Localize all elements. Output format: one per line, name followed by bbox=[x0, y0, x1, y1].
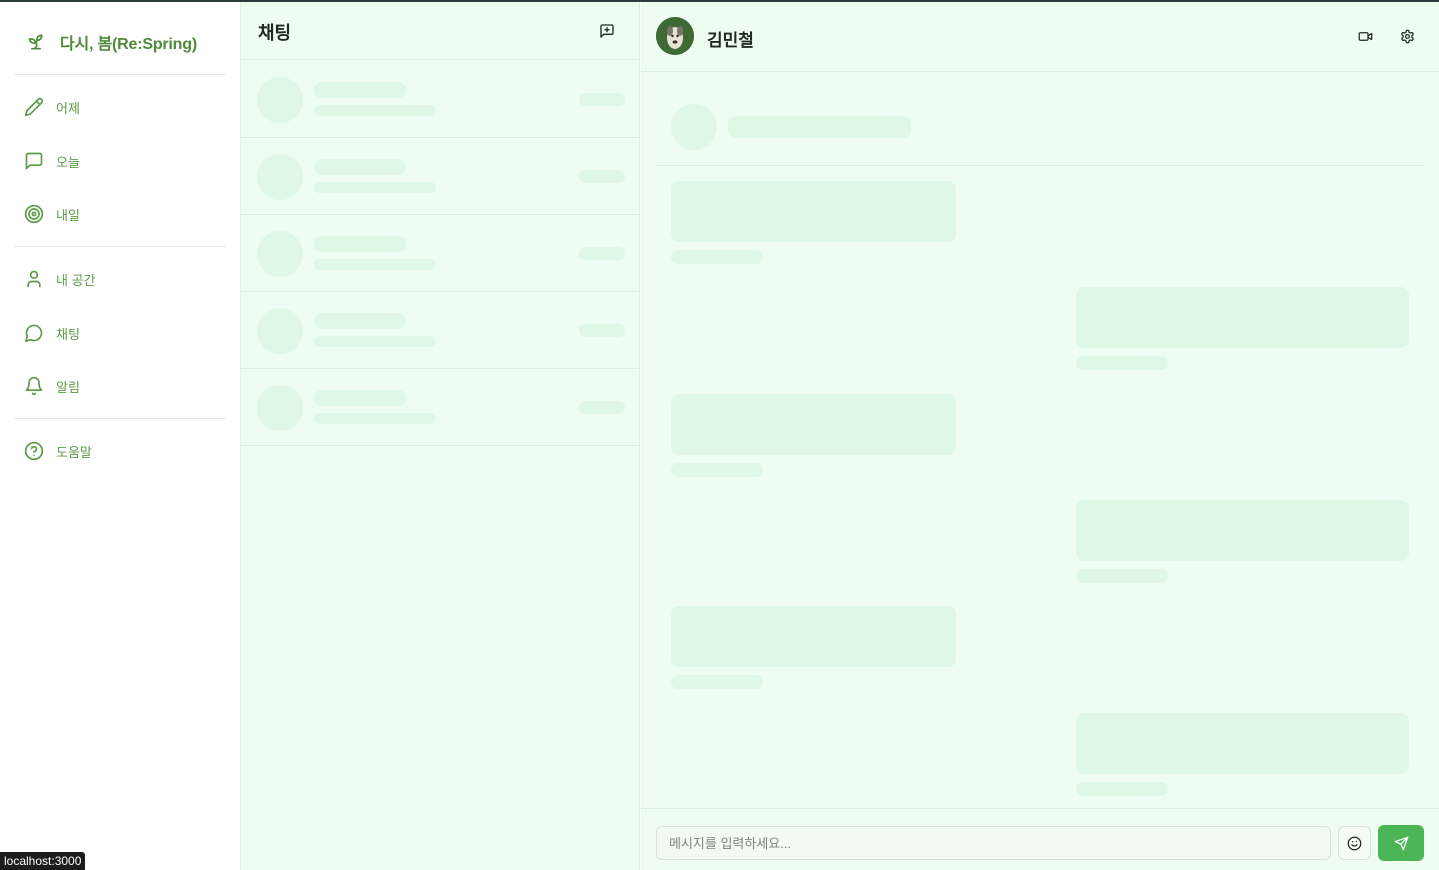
help-circle-icon bbox=[24, 441, 44, 461]
sidebar-item-label: 도움말 bbox=[56, 444, 92, 460]
sidebar-item-tomorrow[interactable]: 내일 bbox=[24, 200, 80, 228]
new-chat-button[interactable] bbox=[597, 21, 617, 41]
message-area[interactable] bbox=[641, 73, 1439, 809]
skeleton-line bbox=[314, 390, 406, 406]
skeleton-line bbox=[728, 116, 911, 138]
send-button[interactable] bbox=[1378, 825, 1424, 861]
chat-list-item-skeleton bbox=[241, 292, 640, 369]
chat-list-item-skeleton bbox=[241, 61, 640, 138]
skeleton-line bbox=[579, 170, 625, 183]
sidebar-item-label: 내일 bbox=[56, 207, 80, 223]
smile-icon bbox=[1345, 833, 1365, 853]
settings-button[interactable] bbox=[1397, 26, 1417, 46]
video-icon bbox=[1355, 26, 1375, 46]
skeleton-avatar bbox=[257, 385, 303, 431]
skeleton-line bbox=[671, 675, 763, 689]
sidebar-item-label: 내 공간 bbox=[56, 272, 96, 288]
skeleton-avatar bbox=[257, 77, 303, 123]
sidebar-item-label: 어제 bbox=[56, 100, 80, 116]
message-input[interactable] bbox=[656, 826, 1331, 860]
skeleton-avatar bbox=[257, 308, 303, 354]
skeleton-line bbox=[314, 182, 436, 193]
skeleton-message-right bbox=[1076, 713, 1409, 774]
send-icon bbox=[1391, 833, 1411, 853]
peer-name: 김민철 bbox=[707, 31, 754, 50]
skeleton-line bbox=[579, 93, 625, 106]
target-icon bbox=[24, 204, 44, 224]
skeleton-line bbox=[1076, 782, 1168, 796]
conversation-panel: 김민철 bbox=[641, 2, 1439, 870]
skeleton-message-left bbox=[671, 606, 956, 667]
sidebar-item-label: 오늘 bbox=[56, 154, 80, 170]
message-composer bbox=[641, 808, 1439, 870]
skeleton-line bbox=[314, 313, 406, 329]
gear-icon bbox=[1397, 26, 1417, 46]
skeleton-message-right bbox=[1076, 500, 1409, 561]
skeleton-line bbox=[314, 159, 406, 175]
chat-list-item-skeleton bbox=[241, 138, 640, 215]
skeleton-line bbox=[314, 82, 406, 98]
skeleton-message-left bbox=[671, 394, 956, 455]
bell-icon bbox=[24, 376, 44, 396]
skeleton-line bbox=[671, 250, 763, 264]
sidebar-divider bbox=[14, 246, 226, 247]
skeleton-line bbox=[579, 324, 625, 337]
sidebar-divider bbox=[14, 418, 226, 419]
pencil-icon bbox=[24, 97, 44, 117]
skeleton-line bbox=[1076, 356, 1168, 370]
skeleton-line bbox=[314, 413, 436, 424]
message-square-icon bbox=[24, 151, 44, 171]
sprout-icon bbox=[26, 32, 46, 52]
skeleton-line bbox=[1076, 569, 1168, 583]
chat-list-item-skeleton bbox=[241, 369, 640, 446]
emoji-button[interactable] bbox=[1338, 826, 1371, 860]
message-circle-icon bbox=[24, 323, 44, 343]
sidebar-item-label: 채팅 bbox=[56, 326, 80, 342]
skeleton-avatar bbox=[257, 154, 303, 200]
skeleton-line bbox=[314, 105, 436, 116]
message-plus-icon bbox=[597, 21, 617, 41]
skeleton-line bbox=[314, 236, 406, 252]
browser-status-url: localhost:3000 bbox=[0, 852, 86, 870]
chat-list-item-skeleton bbox=[241, 215, 640, 292]
skeleton-line bbox=[671, 463, 763, 477]
chat-list-panel: 채팅 bbox=[241, 2, 640, 870]
skeleton-line bbox=[314, 336, 436, 347]
sidebar-item-label: 알림 bbox=[56, 379, 80, 395]
message-divider bbox=[656, 165, 1424, 166]
skeleton-avatar bbox=[671, 104, 717, 150]
chat-list-title: 채팅 bbox=[258, 23, 292, 43]
video-call-button[interactable] bbox=[1355, 26, 1375, 46]
avatar[interactable] bbox=[656, 17, 694, 55]
conversation-header: 김민철 bbox=[641, 2, 1439, 72]
sidebar-item-my-space[interactable]: 내 공간 bbox=[24, 265, 96, 293]
sidebar-divider bbox=[14, 74, 226, 75]
user-icon bbox=[24, 269, 44, 289]
sidebar-item-help[interactable]: 도움말 bbox=[24, 437, 92, 465]
skeleton-avatar bbox=[257, 231, 303, 277]
sidebar-item-notifications[interactable]: 알림 bbox=[24, 372, 80, 400]
skeleton-message-right bbox=[1076, 287, 1409, 348]
sidebar: 다시, 봄(Re:Spring) 어제 오늘 내일 내 공간 채팅 알림 도움말 bbox=[0, 2, 241, 870]
sidebar-item-chat[interactable]: 채팅 bbox=[24, 319, 80, 347]
skeleton-line bbox=[314, 259, 436, 270]
sidebar-item-yesterday[interactable]: 어제 bbox=[24, 93, 80, 121]
brand-title: 다시, 봄(Re:Spring) bbox=[60, 36, 197, 53]
brand[interactable]: 다시, 봄(Re:Spring) bbox=[26, 30, 197, 54]
sidebar-item-today[interactable]: 오늘 bbox=[24, 147, 80, 175]
chat-list-header: 채팅 bbox=[241, 2, 640, 60]
skeleton-line bbox=[579, 401, 625, 414]
skeleton-line bbox=[579, 247, 625, 260]
skeleton-message-left bbox=[671, 181, 956, 242]
